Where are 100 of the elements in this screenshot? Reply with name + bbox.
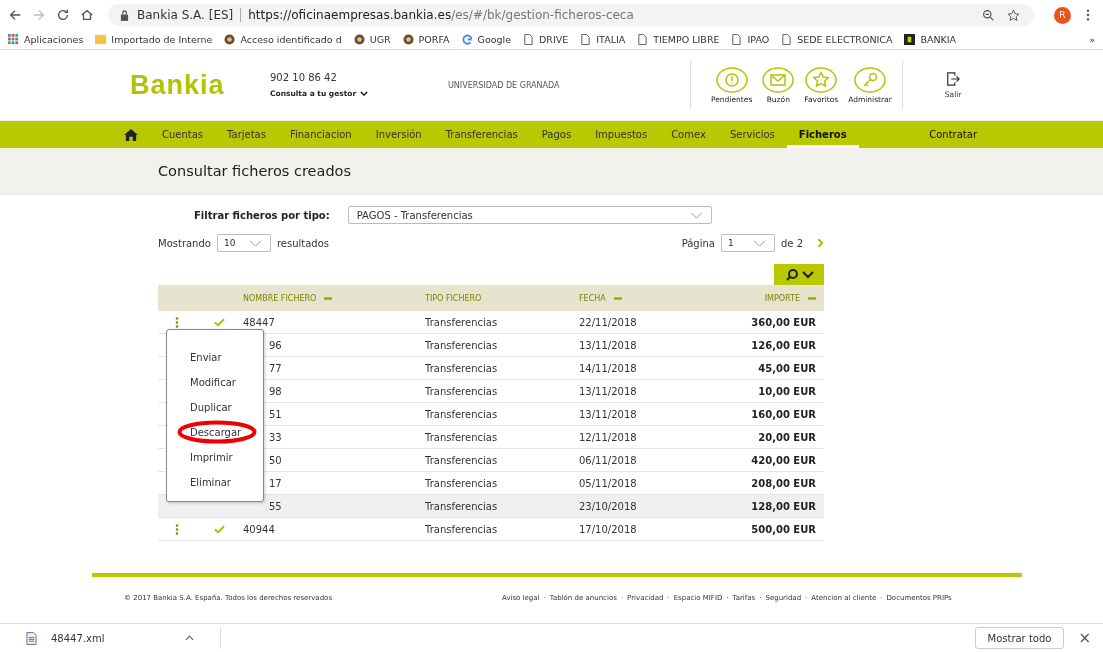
nav-tab[interactable]: Tarjetas: [215, 121, 278, 148]
page-size-dropdown[interactable]: 10: [216, 234, 271, 252]
checkmark-icon: [213, 524, 225, 534]
address-bar[interactable]: Bankia S.A. [ES] https://oficinaempresas.bankia.es/es/#/bk/gestion-ficheros-ceca: [108, 4, 1034, 26]
page-icon: [731, 34, 743, 45]
search-toggle-button[interactable]: [774, 264, 824, 285]
menu-item[interactable]: Enviar: [190, 352, 222, 363]
file-name: 48447: [243, 316, 275, 328]
more-options-icon[interactable]: [174, 316, 179, 328]
folder-icon: [95, 34, 107, 45]
phone-number: 902 10 86 42: [270, 72, 338, 83]
show-all-button[interactable]: Mostrar todo: [974, 627, 1065, 649]
more-bookmarks-button[interactable]: »: [1089, 34, 1095, 45]
page-icon: [781, 34, 793, 45]
bookmark-item[interactable]: IPAO: [731, 34, 770, 45]
checkmark-icon: [213, 317, 225, 327]
file-type: Transferencias: [425, 339, 499, 351]
file-amount: 128,00 EUR: [750, 500, 817, 512]
file-date: 14/11/2018: [579, 362, 638, 374]
file-amount: 500,00 EUR: [750, 523, 817, 535]
file-name: 51: [269, 408, 282, 420]
bookmark-item[interactable]: SEDE ELECTRONICA: [781, 34, 893, 45]
file-date: 05/11/2018: [579, 477, 638, 489]
profile-avatar[interactable]: R: [1054, 6, 1071, 24]
bookmark-item[interactable]: ITALIA: [580, 34, 626, 45]
file-date: 22/11/2018: [579, 316, 638, 328]
file-name: 50: [269, 454, 282, 466]
file-amount: 10,00 EUR: [757, 385, 817, 397]
page-icon: [637, 34, 649, 45]
file-date: 12/11/2018: [579, 431, 638, 443]
minus-icon: [808, 296, 816, 300]
nav-tab[interactable]: Pagos: [529, 121, 584, 148]
search-chevron-icon: [784, 267, 814, 282]
zoom-icon[interactable]: [982, 8, 995, 22]
contract-link[interactable]: Contratar: [917, 121, 989, 148]
menu-item[interactable]: Duplicar: [190, 402, 232, 413]
reload-icon[interactable]: [56, 8, 70, 22]
file-name: 33: [269, 431, 282, 443]
file-type: Transferencias: [425, 385, 499, 397]
file-name: 55: [269, 500, 282, 512]
close-button[interactable]: ×: [1078, 629, 1091, 647]
file-date: 17/10/2018: [579, 523, 638, 535]
page-title: Consultar ficheros creados: [158, 163, 352, 179]
nav-tab[interactable]: Comex: [659, 121, 718, 148]
nav-tab[interactable]: Cuentas: [150, 121, 216, 148]
crest-icon: [402, 34, 414, 45]
results-label: resultados: [276, 237, 330, 249]
file-amount: 208,00 EUR: [750, 477, 817, 489]
downloaded-file[interactable]: 48447.xml: [51, 632, 171, 644]
chevron-down-icon: [248, 240, 262, 247]
bookmark-item[interactable]: Acceso identificado d: [224, 34, 342, 45]
file-type: Transferencias: [425, 362, 499, 374]
minus-icon: [324, 296, 333, 300]
file-date: 23/10/2018: [579, 500, 638, 512]
filter-label: Filtrar ficheros por tipo:: [194, 209, 330, 221]
more-options-icon[interactable]: [174, 523, 179, 535]
file-amount: 20,00 EUR: [757, 431, 817, 443]
menu-item[interactable]: Imprimir: [190, 452, 233, 463]
star-icon[interactable]: [1007, 8, 1020, 22]
file-amount: 45,00 EUR: [757, 362, 817, 374]
g-logo-icon: [461, 34, 473, 45]
nav-tab[interactable]: Servicios: [717, 121, 787, 148]
file-name: 96: [269, 339, 282, 351]
file-name: 98: [269, 385, 282, 397]
bookmark-item[interactable]: Aplicaciones: [8, 34, 84, 45]
page-icon: [523, 34, 535, 45]
bookmark-item[interactable]: TIEMPO LIBRE: [637, 34, 720, 45]
file-amount: 420,00 EUR: [750, 454, 817, 466]
file-name: 77: [269, 362, 282, 374]
file-type: Transferencias: [425, 431, 499, 443]
nav-tab[interactable]: Financiacion: [277, 121, 364, 148]
home-icon[interactable]: [124, 128, 138, 141]
file-type: Transferencias: [425, 523, 499, 535]
page-label: Página: [681, 237, 715, 249]
file-name: 17: [269, 477, 282, 489]
menu-item[interactable]: Eliminar: [190, 477, 231, 488]
showing-label: Mostrando: [158, 237, 211, 249]
file-type: Transferencias: [425, 316, 499, 328]
bookmark-item[interactable]: UGR: [353, 34, 391, 45]
bookmark-item[interactable]: BANKIA: [904, 34, 957, 45]
square-logo-icon: [904, 34, 916, 45]
chevron-down-icon: [360, 91, 369, 96]
chevron-down-icon: [689, 212, 703, 219]
home-icon[interactable]: [80, 8, 94, 22]
nav-tab[interactable]: Inversión: [363, 121, 434, 148]
file-type: Transferencias: [425, 408, 499, 420]
file-type-dropdown[interactable]: PAGOS - Transferencias: [347, 206, 712, 224]
page-dropdown[interactable]: 1: [720, 234, 775, 252]
back-arrow-icon[interactable]: [8, 8, 22, 22]
caret-up-icon[interactable]: [185, 635, 194, 641]
file-date: 06/11/2018: [579, 454, 638, 466]
nav-tab[interactable]: Transferencias: [433, 121, 530, 148]
menu-item[interactable]: Modificar: [190, 377, 236, 388]
file-name: 40944: [243, 523, 275, 535]
nav-tab[interactable]: Impuestos: [583, 121, 660, 148]
bookmark-item[interactable]: PORFA: [402, 34, 450, 45]
bookmark-item[interactable]: DRIVE: [523, 34, 569, 45]
bookmark-item[interactable]: Google: [461, 34, 512, 45]
bookmark-item[interactable]: Importado de Interne: [95, 34, 213, 45]
crest-icon: [353, 34, 365, 45]
